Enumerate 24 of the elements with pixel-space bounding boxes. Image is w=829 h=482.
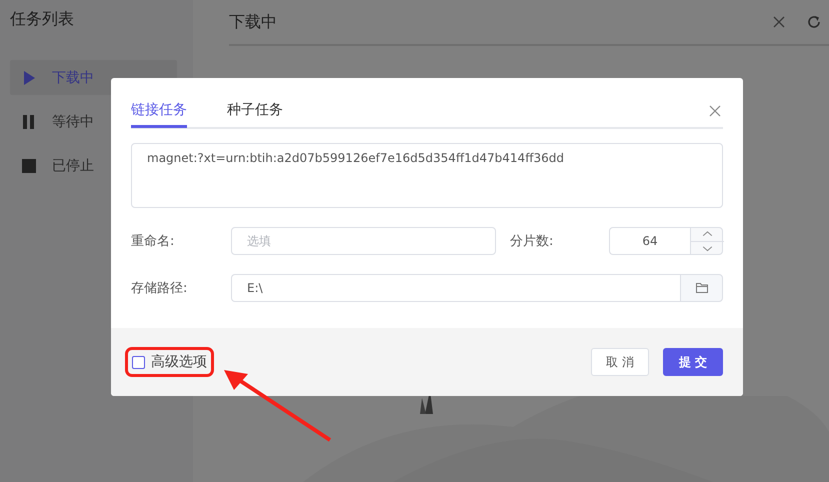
cancel-button[interactable]: 取 消	[590, 348, 649, 376]
pause-icon	[22, 114, 36, 128]
submit-button[interactable]: 提 交	[662, 348, 723, 376]
field-label: 分片数:	[510, 233, 554, 250]
save-path-input[interactable]: E:\	[231, 274, 680, 302]
play-icon	[22, 70, 36, 84]
sidebar-title: 任务列表	[10, 9, 75, 30]
page-title: 下载中	[229, 12, 278, 32]
close-icon[interactable]	[772, 15, 786, 29]
folder-button[interactable]	[680, 274, 723, 302]
dialog-tab[interactable]: 种子任务	[227, 95, 283, 128]
chevron-down-icon[interactable]	[691, 240, 724, 254]
field-label: 存储路径:	[131, 280, 188, 297]
rename-input[interactable]: 选填	[231, 227, 496, 255]
refresh-icon[interactable]	[807, 15, 821, 29]
checkbox[interactable]	[132, 356, 145, 368]
link-input[interactable]: magnet:?xt=urn:btih:a2d07b599126ef7e16d5d354ff1d47b414ff36dd	[131, 143, 723, 208]
close-icon[interactable]	[709, 104, 721, 116]
advanced-options-checkbox[interactable]: 高级选项	[131, 353, 208, 371]
folder-icon	[696, 283, 708, 293]
field-label: 重命名:	[131, 233, 176, 250]
segments-input[interactable]: 64	[609, 227, 690, 255]
stop-icon	[22, 158, 36, 172]
dialog-tab[interactable]: 链接任务	[131, 95, 187, 128]
